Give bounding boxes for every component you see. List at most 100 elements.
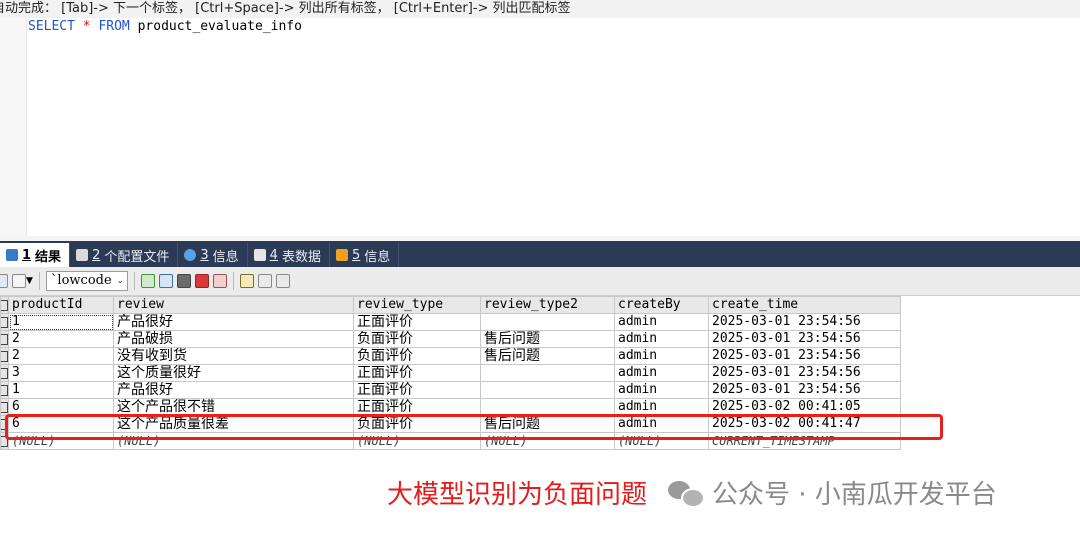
export-icon[interactable] bbox=[12, 274, 26, 288]
table-cell[interactable]: admin bbox=[614, 364, 709, 382]
tab-table-data[interactable]: 4 表数据 bbox=[248, 243, 330, 267]
table-cell[interactable]: admin bbox=[614, 330, 709, 348]
sql-editor[interactable]: SELECT * FROM product_evaluate_info bbox=[28, 18, 1080, 236]
table-data-icon bbox=[253, 249, 266, 261]
row-checkbox[interactable] bbox=[0, 313, 9, 331]
table-row[interactable]: 1 产品很好 正面评价 admin 2025-03-01 23:54:56 bbox=[0, 381, 901, 399]
table-cell[interactable]: 2025-03-01 23:54:56 bbox=[708, 347, 901, 365]
table-cell[interactable]: 2025-03-01 23:54:56 bbox=[708, 330, 901, 348]
table-cell[interactable]: 售后问题 bbox=[480, 347, 615, 365]
add-row-icon[interactable] bbox=[140, 274, 155, 288]
grid-icon bbox=[6, 249, 18, 261]
row-checkbox[interactable] bbox=[0, 381, 9, 399]
table-cell[interactable]: 产品很好 bbox=[113, 381, 354, 399]
toolbar-separator bbox=[232, 272, 234, 290]
table-cell[interactable]: admin bbox=[614, 347, 709, 365]
table-cell[interactable]: 6 bbox=[8, 415, 114, 433]
row-checkbox[interactable] bbox=[0, 347, 9, 365]
table-cell[interactable]: 这个质量很好 bbox=[113, 364, 354, 382]
row-checkbox[interactable] bbox=[0, 364, 9, 382]
table-cell[interactable]: admin bbox=[614, 398, 709, 416]
table-row-new[interactable]: (NULL) (NULL) (NULL) (NULL) (NULL) CURRE… bbox=[0, 432, 901, 450]
table-cell[interactable]: 售后问题 bbox=[480, 415, 615, 433]
table-cell[interactable]: 2025-03-01 23:54:56 bbox=[708, 364, 901, 382]
column-header[interactable]: review bbox=[113, 296, 354, 314]
form-view-icon[interactable] bbox=[257, 274, 272, 288]
table-row[interactable]: 6 这个产品很不错 正面评价 admin 2025-03-02 00:41:05 bbox=[0, 398, 901, 416]
table-cell[interactable]: 这个产品很不错 bbox=[113, 398, 354, 416]
column-header[interactable]: createBy bbox=[614, 296, 709, 314]
table-cell[interactable]: 负面评价 bbox=[353, 347, 481, 365]
table-cell[interactable]: admin bbox=[614, 415, 709, 433]
row-checkbox[interactable] bbox=[0, 330, 9, 348]
dropdown-arrow-icon[interactable]: ▼ bbox=[26, 276, 33, 286]
tab-profiles[interactable]: 2 个配置文件 bbox=[70, 243, 179, 267]
table-cell[interactable]: admin bbox=[614, 381, 709, 399]
delete-row-icon[interactable] bbox=[194, 274, 209, 288]
table-cell[interactable]: 1 bbox=[8, 381, 114, 399]
table-cell[interactable]: CURRENT_TIMESTAMP bbox=[708, 432, 901, 450]
table-row[interactable]: 3 这个质量很好 正面评价 admin 2025-03-01 23:54:56 bbox=[0, 364, 901, 382]
table-cell[interactable]: 产品很好 bbox=[113, 313, 354, 331]
table-cell[interactable]: 负面评价 bbox=[353, 415, 481, 433]
sql-keyword-from: FROM bbox=[98, 19, 130, 34]
table-cell[interactable]: 2025-03-01 23:54:56 bbox=[708, 381, 901, 399]
table-cell[interactable]: (NULL) bbox=[614, 432, 709, 450]
table-cell[interactable]: 正面评价 bbox=[353, 398, 481, 416]
autocomplete-hint-text: 自动完成： [Tab]-> 下一个标签， [Ctrl+Space]-> 列出所有… bbox=[0, 1, 571, 16]
table-cell[interactable]: 产品破损 bbox=[113, 330, 354, 348]
table-cell[interactable]: 售后问题 bbox=[480, 330, 615, 348]
info-warning-icon bbox=[335, 249, 348, 261]
cancel-changes-icon[interactable] bbox=[212, 274, 227, 288]
table-cell[interactable]: 2025-03-02 00:41:47 bbox=[708, 415, 901, 433]
save-icon[interactable] bbox=[176, 274, 191, 288]
table-cell[interactable]: (NULL) bbox=[8, 432, 114, 450]
row-checkbox[interactable] bbox=[0, 415, 9, 433]
table-cell[interactable]: 没有收到货 bbox=[113, 347, 354, 365]
table-cell[interactable]: 正面评价 bbox=[353, 313, 481, 331]
tab-messages[interactable]: 3 信息 bbox=[178, 243, 248, 267]
column-header[interactable]: productId bbox=[8, 296, 114, 314]
table-row[interactable]: 6 这个产品质量很差 负面评价 售后问题 admin 2025-03-02 00… bbox=[0, 415, 901, 433]
table-cell[interactable]: 1 bbox=[8, 313, 114, 331]
table-cell[interactable]: 正面评价 bbox=[353, 364, 481, 382]
tab-table-data-number: 4 bbox=[269, 247, 278, 263]
table-cell[interactable] bbox=[480, 398, 615, 416]
table-row[interactable]: 2 没有收到货 负面评价 售后问题 admin 2025-03-01 23:54… bbox=[0, 347, 901, 365]
table-cell[interactable]: (NULL) bbox=[113, 432, 354, 450]
table-cell[interactable]: (NULL) bbox=[480, 432, 615, 450]
table-row[interactable]: 2 产品破损 负面评价 售后问题 admin 2025-03-01 23:54:… bbox=[0, 330, 901, 348]
tab-info-number: 5 bbox=[351, 247, 361, 263]
table-cell[interactable]: admin bbox=[614, 313, 709, 331]
table-cell[interactable]: 这个产品质量很差 bbox=[113, 415, 354, 433]
text-view-icon[interactable] bbox=[275, 274, 290, 288]
tab-results[interactable]: 1 结果 bbox=[0, 243, 71, 267]
table-cell[interactable]: 负面评价 bbox=[353, 330, 481, 348]
select-all-checkbox[interactable] bbox=[0, 296, 9, 314]
column-header[interactable]: review_type bbox=[353, 296, 481, 314]
column-header[interactable]: create_time bbox=[708, 296, 901, 314]
table-cell[interactable]: 2025-03-01 23:54:56 bbox=[708, 313, 901, 331]
table-cell[interactable] bbox=[480, 364, 615, 382]
wechat-icon bbox=[668, 479, 705, 508]
table-cell[interactable]: 2 bbox=[8, 330, 114, 348]
table-cell[interactable]: 正面评价 bbox=[353, 381, 481, 399]
table-cell[interactable]: 2 bbox=[8, 347, 114, 365]
table-row[interactable]: 1 产品很好 正面评价 admin 2025-03-01 23:54:56 bbox=[0, 313, 901, 331]
schema-select[interactable]: `lowcode ⌄ bbox=[45, 271, 128, 291]
table-cell[interactable]: 3 bbox=[8, 364, 114, 382]
table-cell[interactable]: 6 bbox=[8, 398, 114, 416]
table-cell[interactable] bbox=[480, 313, 615, 331]
table-cell[interactable] bbox=[480, 381, 615, 399]
duplicate-row-icon[interactable] bbox=[158, 274, 173, 288]
row-checkbox[interactable] bbox=[0, 432, 9, 450]
grid-view-icon[interactable] bbox=[239, 274, 254, 288]
table-cell[interactable]: (NULL) bbox=[353, 432, 481, 450]
column-header[interactable]: review_type2 bbox=[480, 296, 615, 314]
toolbar-separator bbox=[38, 272, 40, 290]
grid-mode-icon[interactable] bbox=[0, 274, 8, 288]
sql-keyword-select: SELECT bbox=[28, 19, 75, 34]
table-cell[interactable]: 2025-03-02 00:41:05 bbox=[708, 398, 901, 416]
tab-info[interactable]: 5 信息 bbox=[330, 243, 400, 267]
row-checkbox[interactable] bbox=[0, 398, 9, 416]
